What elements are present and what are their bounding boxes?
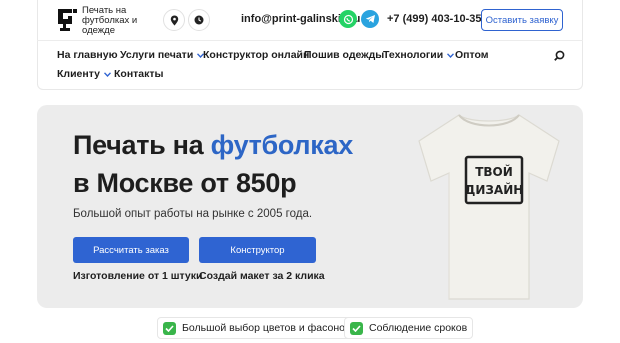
nav-item-services[interactable]: Услуги печати (120, 49, 205, 61)
nav-item-constructor[interactable]: Конструктор онлайн (203, 49, 309, 61)
shirt-text-line2: ДИЗАЙН (465, 182, 524, 197)
clock-button[interactable] (188, 9, 210, 31)
telegram-icon[interactable] (361, 10, 379, 28)
logo-mark-icon (58, 9, 77, 31)
check-icon (163, 321, 176, 335)
constructor-button[interactable]: Конструктор (199, 237, 316, 263)
header-divider (37, 40, 583, 41)
phone-link[interactable]: +7 (499) 403-10-35 (387, 13, 481, 25)
tshirt-image: ТВОЙ ДИЗАЙН (418, 114, 560, 300)
nav-item-technologies[interactable]: Технологии (383, 49, 455, 61)
calculate-order-button[interactable]: Рассчитать заказ (73, 237, 189, 263)
location-button[interactable] (163, 9, 185, 31)
clock-icon (194, 15, 204, 25)
telegram-glyph-icon (365, 15, 375, 23)
location-icon (170, 15, 178, 25)
nav-item-wholesale[interactable]: Оптом (455, 49, 489, 61)
hero-title-line2: в Москве от 850р (73, 168, 297, 198)
logo[interactable]: Печать на футболках и одежде (56, 6, 144, 36)
nav-item-contacts[interactable]: Контакты (114, 68, 164, 80)
hero-subtitle: Большой опыт работы на рынке с 2005 года… (73, 208, 313, 220)
feature-colors: Большой выбор цветов и фасонов (157, 317, 357, 339)
search-icon[interactable] (554, 50, 565, 61)
whatsapp-glyph-icon (343, 14, 353, 24)
nav-item-sewing[interactable]: Пошив одежды (304, 49, 384, 61)
whatsapp-icon[interactable] (339, 10, 357, 28)
chevron-down-icon (103, 71, 111, 77)
request-button[interactable]: Оставить заявку (481, 9, 563, 31)
shirt-text-line1: ТВОЙ (475, 164, 513, 179)
feature-deadlines: Соблюдение сроков (344, 317, 474, 339)
nav-item-home[interactable]: На главную (57, 49, 118, 61)
hero-title-line1: Печать на футболках (73, 130, 353, 160)
check-icon (350, 321, 363, 335)
logo-text: Печать на футболках и одежде (82, 5, 138, 36)
chevron-down-icon (447, 52, 455, 58)
nav-item-client[interactable]: Клиенту (57, 68, 111, 80)
hero-banner: Печать на футболках в Москве от 850р Бол… (37, 105, 583, 308)
constructor-note: Создай макет за 2 клика (199, 270, 325, 282)
calculate-note: Изготовление от 1 штуки (73, 270, 203, 282)
